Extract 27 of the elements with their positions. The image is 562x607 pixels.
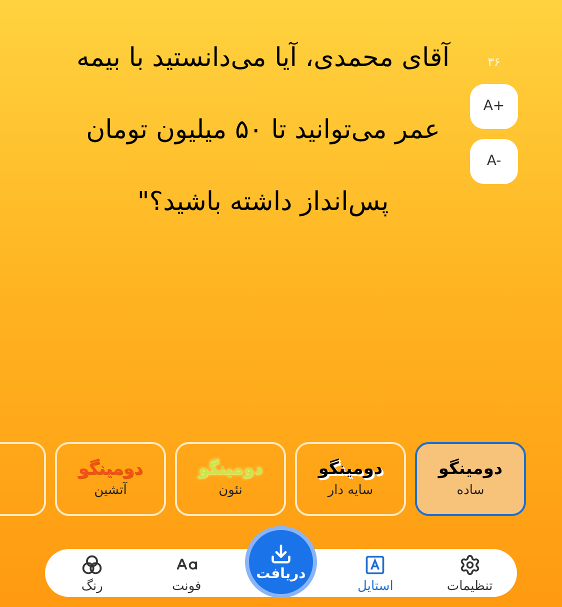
message-text: آقای محمدی، آیا می‌دانستید با بیمه	[76, 40, 450, 75]
download-icon	[270, 543, 292, 565]
overlapping-circles-icon	[81, 554, 104, 576]
style-preview: دومینگو	[198, 461, 263, 478]
style-name: آتشین	[94, 484, 127, 497]
letter-a-square-icon	[364, 554, 386, 576]
style-card[interactable]: دومینگو سایه دار	[295, 442, 406, 516]
font-size-button[interactable]: A-	[470, 139, 518, 184]
nav-tab[interactable]: رنگ	[44, 554, 140, 592]
style-card[interactable]: دومینگو نئون	[175, 442, 286, 516]
style-name: نئون	[218, 484, 242, 497]
style-name: سایه دار	[328, 484, 374, 497]
style-preview: دومینگو	[78, 461, 143, 478]
font-size-count: ۳۶	[488, 56, 500, 68]
download-button[interactable]: دریافت	[249, 530, 313, 594]
settings-icon	[458, 554, 481, 576]
style-preview: دومینگو	[318, 461, 383, 478]
style-name: ساده	[456, 484, 484, 497]
style-preview: دومینگو	[438, 461, 503, 478]
nav-tab[interactable]: فونت	[139, 554, 234, 592]
style-card[interactable]: دومینگو آتشین	[55, 442, 166, 516]
style-card[interactable]: دومینگو ساده	[415, 442, 526, 516]
message-text: پس‌انداز داشته باشید؟"	[137, 186, 389, 219]
font-size-button[interactable]: A+	[470, 84, 518, 129]
nav-tab[interactable]: تنظیمات	[422, 554, 518, 592]
nav-tab[interactable]: استایل	[328, 554, 423, 592]
message-text: عمر می‌توانید تا ۵۰ میلیون تومان	[86, 114, 440, 147]
